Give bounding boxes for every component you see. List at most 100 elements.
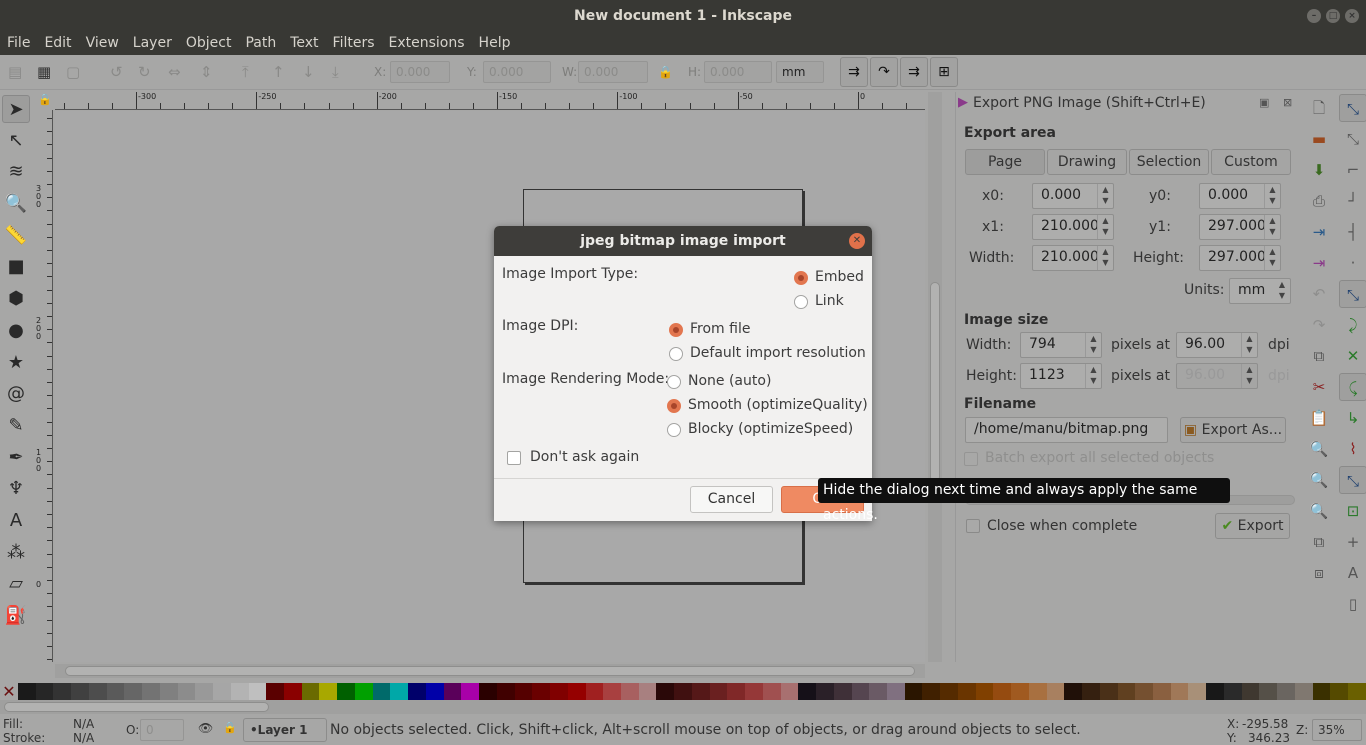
color-swatch[interactable] [372,683,391,700]
color-swatch[interactable] [1153,683,1171,700]
close-window-button[interactable]: × [1345,9,1359,23]
color-swatch[interactable] [35,683,54,700]
star-tool-icon[interactable]: ★ [2,349,30,377]
snap-intersections-icon[interactable]: ✕ [1339,342,1366,370]
dont-ask-label[interactable]: Don't ask again [530,449,639,465]
node-tool-icon[interactable]: ↖ [2,127,30,155]
color-swatch[interactable] [1188,683,1207,700]
color-swatch[interactable] [1135,683,1153,700]
color-swatch[interactable] [213,683,231,700]
calligraphy-tool-icon[interactable]: ♆ [2,475,30,503]
iconify-panel-icon[interactable]: ▣ [1259,96,1269,109]
color-swatch[interactable] [461,683,480,700]
zoom-selection-icon[interactable]: 🔍 [1305,435,1333,463]
lock-ratio-icon[interactable]: 🔒 [658,65,673,79]
raise-icon[interactable]: ↑ [272,63,285,81]
snap-bbox-icon[interactable]: ⤡ [1339,125,1366,153]
close-when-complete-checkbox[interactable] [966,519,980,533]
horizontal-ruler[interactable]: -350-300-250-200-150-100-500501001502002… [55,92,925,110]
move-gradients-icon[interactable]: ⇉ [900,57,928,87]
embed-radio[interactable] [794,271,808,285]
color-swatch[interactable] [638,683,657,700]
color-swatch[interactable] [851,683,870,700]
spin-arrows-icon[interactable]: ▲ ▼ [1264,184,1280,208]
dont-ask-checkbox[interactable] [507,451,521,465]
color-swatch[interactable] [762,683,781,700]
spin-arrows-icon[interactable]: ▲ ▼ [1264,246,1280,270]
zoom-field[interactable]: 35% [1312,719,1362,741]
color-swatch[interactable] [1259,683,1278,700]
y-field[interactable]: 0.000 [483,61,551,83]
color-swatch[interactable] [780,683,799,700]
redo-icon[interactable]: ↷ [1305,311,1333,339]
img-width-field[interactable]: 794 ▲ ▼ [1020,332,1102,358]
flip-vertical-icon[interactable]: ⇕ [200,63,213,81]
snap-enable-icon[interactable]: ⤡ [1339,94,1366,122]
snap-rotation-center-icon[interactable]: + [1339,528,1366,556]
blocky-label[interactable]: Blocky (optimizeSpeed) [688,421,853,437]
color-swatch[interactable] [1241,683,1260,700]
color-swatch[interactable] [106,683,125,700]
from-file-radio[interactable] [669,323,683,337]
x-field[interactable]: 0.000 [390,61,450,83]
color-swatch[interactable] [1064,683,1083,700]
color-swatch[interactable] [479,683,497,700]
vertical-scroll-thumb[interactable] [930,282,940,482]
color-swatch[interactable] [1028,683,1047,700]
snap-centers-icon[interactable]: ⊡ [1339,497,1366,525]
horizontal-scrollbar[interactable] [55,664,925,678]
toggle-lock-icon[interactable]: 🔒 [223,721,237,734]
x1-field[interactable]: 210.000 ▲ ▼ [1032,214,1114,240]
color-swatch[interactable] [727,683,746,700]
color-swatch[interactable] [142,683,160,700]
color-swatch[interactable] [567,683,586,700]
flip-horizontal-icon[interactable]: ⇔ [168,63,181,81]
color-swatch[interactable] [496,683,515,700]
smooth-radio[interactable] [667,399,681,413]
color-swatch[interactable] [301,683,320,700]
duplicate-icon[interactable]: ⧉ [1305,342,1333,370]
raise-to-top-icon[interactable]: ⤒ [242,63,249,81]
color-swatch[interactable] [53,683,72,700]
rotate-ccw-icon[interactable]: ↺ [110,63,123,81]
snap-cusp-icon[interactable]: ⤹ [1339,373,1366,401]
snap-bbox-center-icon[interactable]: · [1339,249,1366,277]
color-swatch[interactable] [177,683,196,700]
color-swatch[interactable] [603,683,621,700]
color-swatch[interactable] [1277,683,1295,700]
color-swatch[interactable] [1117,683,1136,700]
menu-view[interactable]: View [79,32,126,55]
color-swatch[interactable] [940,683,958,700]
color-swatch[interactable] [957,683,976,700]
minimize-button[interactable]: – [1307,9,1321,23]
color-swatch[interactable] [1330,683,1349,700]
opacity-field[interactable]: 0 [140,719,184,741]
layer-select[interactable]: •Layer 1 [243,718,327,742]
default-resolution-radio[interactable] [669,347,683,361]
area-custom-button[interactable]: Custom [1211,149,1291,175]
zoom-drawing-icon[interactable]: 🔍 [1305,466,1333,494]
spin-arrows-icon[interactable]: ▲ ▼ [1097,246,1113,270]
color-swatch[interactable] [195,683,214,700]
stroke-value[interactable]: N/A [73,731,94,745]
color-palette[interactable]: ✕ [0,683,1366,700]
snap-smooth-icon[interactable]: ↳ [1339,404,1366,432]
color-swatch[interactable] [390,683,409,700]
color-swatch[interactable] [88,683,107,700]
dpi-field[interactable]: 96.00 ▲ ▼ [1176,332,1258,358]
snap-bbox-corner-icon[interactable]: ┘ [1339,187,1366,215]
palette-scrollbar[interactable] [0,700,1366,714]
filename-field[interactable]: /home/manu/bitmap.png [965,417,1168,443]
color-swatch[interactable] [869,683,887,700]
color-swatch[interactable] [816,683,834,700]
snap-page-border-icon[interactable]: ▯ [1339,590,1366,618]
y0-field[interactable]: 0.000 ▲ ▼ [1199,183,1281,209]
palette-scroll-thumb[interactable] [4,702,269,712]
menu-text[interactable]: Text [283,32,325,55]
color-swatch[interactable] [337,683,355,700]
color-swatch[interactable] [674,683,692,700]
spin-arrows-icon[interactable]: ▲ ▼ [1264,215,1280,239]
x0-field[interactable]: 0.000 ▲ ▼ [1032,183,1114,209]
snap-text-baseline-icon[interactable]: A [1339,559,1366,587]
link-radio[interactable] [794,295,808,309]
